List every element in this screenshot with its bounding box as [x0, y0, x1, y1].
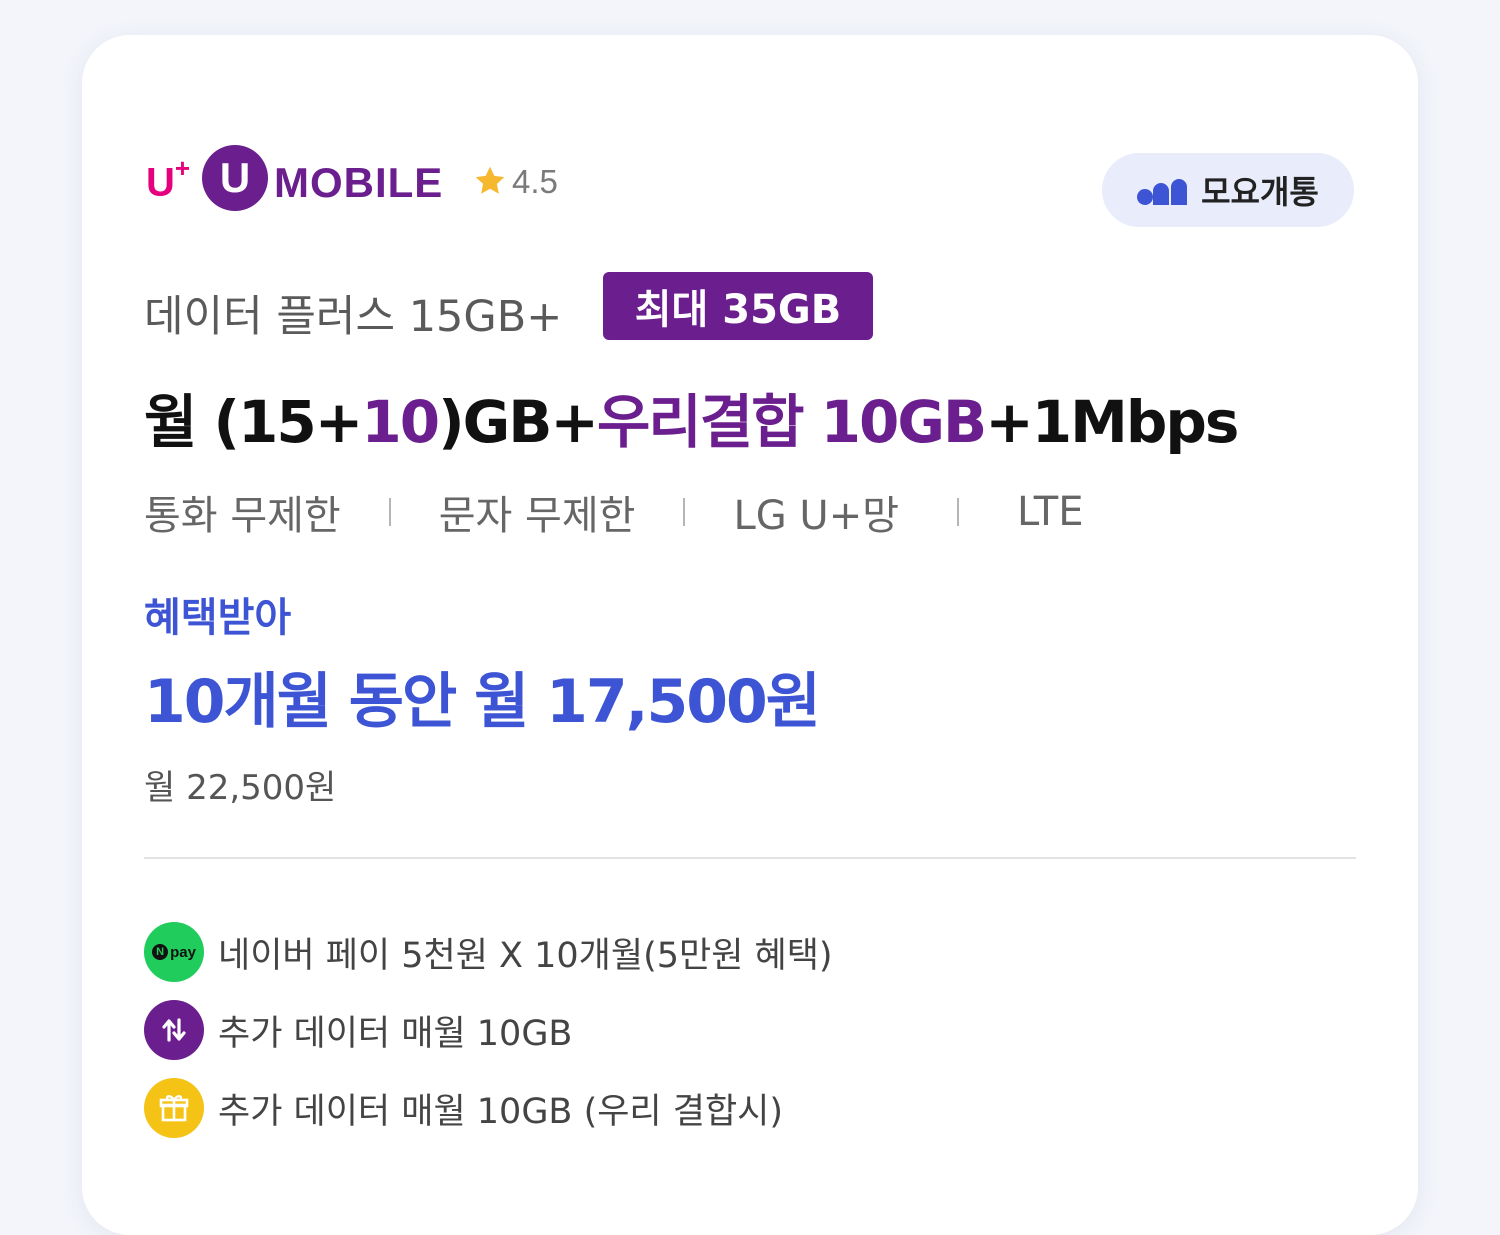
headline-part-3: )GB+ — [438, 388, 599, 456]
umobile-logo-circle: U — [202, 145, 268, 211]
spec-sms: 문자 무제한 — [438, 493, 636, 539]
gift-icon — [144, 1078, 204, 1138]
benefit-text: 추가 데이터 매월 10GB — [218, 1013, 573, 1054]
star-icon — [475, 166, 505, 194]
npay-icon: Npay — [144, 922, 204, 982]
headline-part-2: 10 — [361, 388, 440, 456]
plan-card[interactable]: U+ U MOBILE 4.5 모요개통 데이터 플러스 15GB+ 최대 35… — [82, 35, 1418, 1235]
spec-divider — [957, 498, 960, 526]
spec-divider — [683, 498, 686, 526]
headline-part-5: +1Mbps — [985, 388, 1239, 456]
data-headline: 월 (15+10)GB+우리결합 10GB+1Mbps — [144, 375, 1239, 459]
spec-type: LTE — [1017, 489, 1084, 535]
max-data-badge: 최대 35GB — [603, 272, 873, 340]
umobile-logo-text: MOBILE — [274, 159, 444, 206]
promo-price: 10개월 동안 월 17,500원 — [144, 667, 821, 737]
plan-specs: 통화 무제한 문자 무제한 LG U+망 LTE — [144, 483, 1084, 541]
headline-part-1: 월 (15+ — [144, 388, 363, 456]
benefit-item: 추가 데이터 매월 10GB (우리 결합시) — [144, 1078, 783, 1138]
moyo-activation-badge: 모요개통 — [1102, 153, 1354, 227]
benefit-item: 추가 데이터 매월 10GB — [144, 1000, 572, 1060]
benefit-item: Npay 네이버 페이 5천원 X 10개월(5만원 혜택) — [144, 922, 833, 982]
spec-divider — [388, 498, 391, 526]
plan-name: 데이터 플러스 15GB+ — [144, 292, 563, 342]
spec-call: 통화 무제한 — [144, 493, 341, 539]
data-arrows-icon — [144, 1000, 204, 1060]
regular-price: 월 22,500원 — [144, 768, 337, 808]
uplus-logo: U+ — [146, 153, 191, 205]
benefit-text: 네이버 페이 5천원 X 10개월(5만원 혜택) — [218, 935, 833, 976]
spec-network: LG U+망 — [733, 493, 900, 539]
headline-part-4: 우리결합 10GB — [597, 388, 987, 456]
divider — [144, 857, 1356, 859]
rating-value: 4.5 — [512, 163, 558, 200]
moyo-badge-label: 모요개통 — [1201, 173, 1319, 211]
moyo-logo-icon — [1137, 179, 1188, 205]
benefit-text: 추가 데이터 매월 10GB (우리 결합시) — [218, 1091, 784, 1132]
benefit-label: 혜택받아 — [144, 595, 292, 641]
